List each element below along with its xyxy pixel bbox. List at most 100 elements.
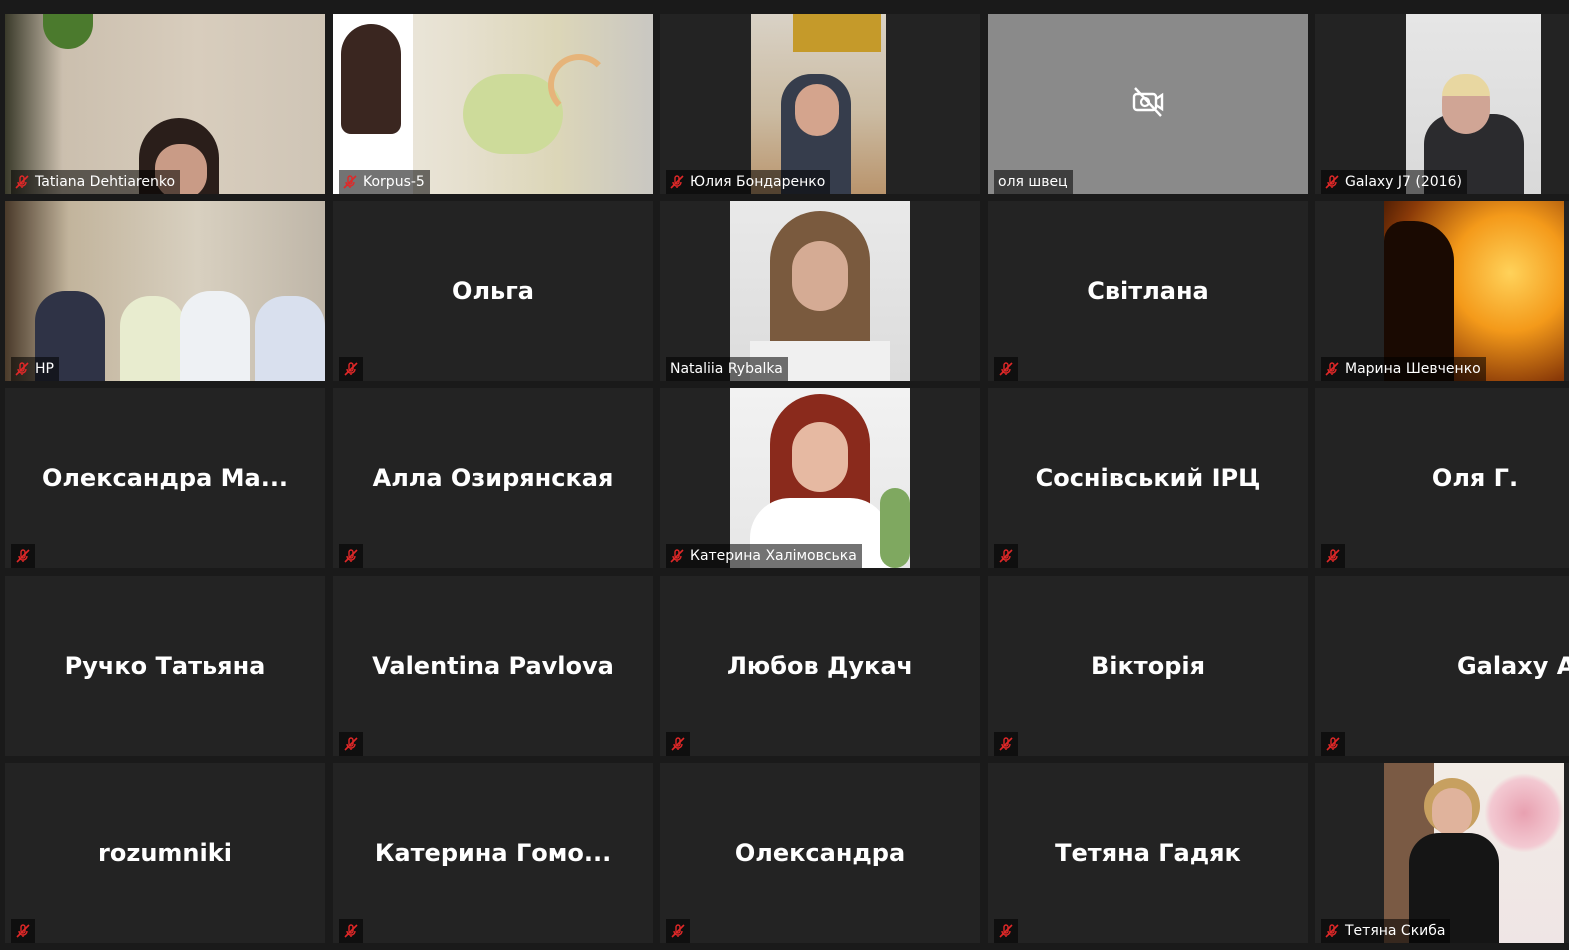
participant-tile[interactable]: Korpus-5 <box>333 14 653 194</box>
participant-name-label: Nataliia Rybalka <box>666 357 788 381</box>
participant-tile[interactable]: Юлия Бондаренко <box>660 14 980 194</box>
participant-tile[interactable]: Катерина Халімовська <box>660 388 980 568</box>
participant-tile[interactable]: Ольга <box>333 201 653 381</box>
participant-display-name: rozumniki <box>98 839 232 867</box>
participant-face <box>1432 788 1472 836</box>
participant-tile[interactable]: Galaxy A30s <box>1315 576 1569 756</box>
video-feed <box>5 201 325 381</box>
participant-name: Тетяна Скиба <box>1345 923 1446 939</box>
participant-name-label: Катерина Халімовська <box>666 544 862 568</box>
participant-tile[interactable]: Galaxy J7 (2016) <box>1315 14 1569 194</box>
mic-muted-icon <box>994 732 1018 756</box>
sunflower-painting <box>793 14 881 52</box>
mic-muted-icon <box>994 919 1018 943</box>
mic-muted-icon <box>339 357 363 381</box>
profile-photo <box>730 201 910 381</box>
participant-display-name: Олександра <box>734 839 906 867</box>
participant-name: Юлия Бондаренко <box>690 174 826 190</box>
participant-tile[interactable]: Valentina Pavlova <box>333 576 653 756</box>
profile-photo <box>1384 763 1564 943</box>
mic-muted-icon <box>339 544 363 568</box>
participant-face <box>792 422 848 492</box>
participant-tile[interactable]: Оля Г. <box>1315 388 1569 568</box>
participant-display-name: Соснівський ІРЦ <box>1035 464 1261 492</box>
participant-tile[interactable]: Тетяна Гадяк <box>988 763 1308 943</box>
participant-tile[interactable]: Соснівський ІРЦ <box>988 388 1308 568</box>
mic-muted-icon <box>994 544 1018 568</box>
participant-tile[interactable]: Тетяна Скиба <box>1315 763 1569 943</box>
participant-name-label: HP <box>11 357 59 381</box>
participant-name: Galaxy J7 (2016) <box>1345 174 1462 190</box>
video-feed <box>333 14 653 194</box>
participant-name-label: Korpus-5 <box>339 170 430 194</box>
rainbow-mural <box>548 54 610 116</box>
participant-tile[interactable]: Tatiana Dehtiarenko <box>5 14 325 194</box>
participant-tile[interactable]: Катерина Гомо... <box>333 763 653 943</box>
participant-name: Марина Шевченко <box>1345 361 1481 377</box>
participant-name-label: Марина Шевченко <box>1321 357 1486 381</box>
participant-display-name: Galaxy A30s <box>1456 652 1569 680</box>
profile-photo <box>730 388 910 568</box>
video-feed <box>5 14 325 194</box>
participant-person <box>120 296 185 381</box>
participant-tile[interactable]: Олександра <box>660 763 980 943</box>
participant-display-name: Вікторія <box>1090 652 1206 680</box>
mic-muted-icon <box>339 919 363 943</box>
video-feed <box>751 14 886 194</box>
participant-tile[interactable]: оля швец <box>988 14 1308 194</box>
participant-face <box>795 84 839 136</box>
participant-display-name: Оля Г. <box>1431 464 1519 492</box>
mic-muted-icon <box>994 357 1018 381</box>
participant-tile[interactable]: HP <box>5 201 325 381</box>
participant-tile[interactable]: Світлана <box>988 201 1308 381</box>
participant-name-label: Tatiana Dehtiarenko <box>11 170 181 194</box>
participant-tile[interactable]: rozumniki <box>5 763 325 943</box>
mic-muted-icon <box>670 549 684 563</box>
participant-person <box>255 296 325 381</box>
participant-name: Tatiana Dehtiarenko <box>35 174 176 190</box>
participant-display-name: Тетяна Гадяк <box>1055 839 1241 867</box>
mic-muted-icon <box>1321 544 1345 568</box>
participant-tile[interactable]: Nataliia Rybalka <box>660 201 980 381</box>
participant-display-name: Світлана <box>1087 277 1209 305</box>
participant-name-label: Юлия Бондаренко <box>666 170 831 194</box>
flowers-mural <box>1484 773 1564 853</box>
mic-muted-icon <box>1325 924 1339 938</box>
participant-name: HP <box>35 361 54 377</box>
camera-off-icon <box>1130 84 1166 124</box>
participant-hair <box>1442 74 1490 96</box>
mic-muted-icon <box>1325 175 1339 189</box>
participant-tile[interactable]: Вікторія <box>988 576 1308 756</box>
gallery-grid: Tatiana Dehtiarenko Korpus-5 Юлия Бондар… <box>0 0 1569 950</box>
participant-display-name: Ольга <box>452 277 534 305</box>
mic-muted-icon <box>339 732 363 756</box>
mic-muted-icon <box>343 175 357 189</box>
participant-hair <box>341 24 401 134</box>
participant-name-label: Galaxy J7 (2016) <box>1321 170 1467 194</box>
mic-muted-icon <box>670 175 684 189</box>
mic-muted-icon <box>15 362 29 376</box>
participant-tile[interactable]: Марина Шевченко <box>1315 201 1569 381</box>
participant-display-name: Ручко Татьяна <box>64 652 266 680</box>
participant-display-name: Катерина Гомо... <box>374 839 612 867</box>
mic-muted-icon <box>1321 732 1345 756</box>
participant-display-name: Алла Озирянская <box>372 464 614 492</box>
profile-photo <box>1384 201 1564 381</box>
participant-face <box>792 241 848 311</box>
participant-display-name: Любов Дукач <box>726 652 914 680</box>
plant-decor <box>880 488 910 568</box>
participant-name: Катерина Халімовська <box>690 548 857 564</box>
mic-muted-icon <box>11 544 35 568</box>
participant-tile[interactable]: Ручко Татьяна <box>5 576 325 756</box>
participant-name: Nataliia Rybalka <box>670 361 783 377</box>
participant-tile[interactable]: Олександра Ма... <box>5 388 325 568</box>
participant-display-name: Valentina Pavlova <box>372 652 614 680</box>
participant-tile[interactable]: Алла Озирянская <box>333 388 653 568</box>
participant-name-label: оля швец <box>994 170 1073 194</box>
mic-muted-icon <box>666 919 690 943</box>
mic-muted-icon <box>15 175 29 189</box>
participant-tile[interactable]: Любов Дукач <box>660 576 980 756</box>
participant-name: Korpus-5 <box>363 174 425 190</box>
mic-muted-icon <box>666 732 690 756</box>
participant-name: оля швец <box>998 174 1068 190</box>
